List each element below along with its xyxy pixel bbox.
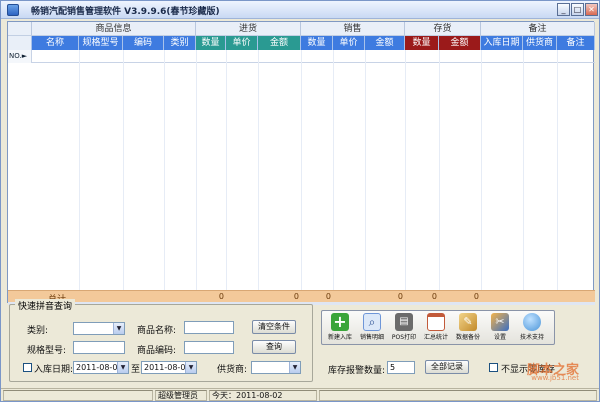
date-to-picker[interactable]: 2011-08-02 ▼ [141,361,197,374]
chevron-down-icon: ▼ [113,323,124,334]
status-user: 超级管理员 [155,390,207,401]
col-name[interactable]: 名称 [32,36,79,50]
total-sales-qty: 0 [325,292,331,301]
settings-button[interactable]: ✂ 设置 [486,313,514,344]
group-stock: 存货 [405,22,481,36]
col-spec[interactable]: 规格型号 [79,36,123,50]
plus-icon: + [331,313,349,331]
sales-detail-button[interactable]: ⌕ 销售明细 [358,313,386,344]
col-category[interactable]: 类别 [164,36,196,50]
col-stock-amount[interactable]: 金额 [439,36,481,50]
category-label: 类别: [27,326,49,336]
col-remark[interactable]: 备注 [557,36,595,50]
status-segment-blank [3,390,153,401]
tools-icon: ✂ [491,313,509,331]
maximize-button[interactable]: □ [571,3,584,16]
minimize-button[interactable]: _ [557,3,570,16]
spec-input[interactable] [73,341,125,354]
supplier-select[interactable]: ▼ [251,361,301,374]
inventory-grid[interactable]: 商品信息 进货 销售 存货 备注 名称 规格型号 编码 类别 数量 单价 金额 … [7,21,595,305]
total-stock-amount: 0 [473,292,479,301]
group-goods: 商品信息 [32,22,196,36]
new-stock-in-button[interactable]: + 新建入库 [326,313,354,344]
row-header-col [8,36,32,50]
name-label: 商品名称: [137,326,177,336]
clear-conditions-button[interactable]: 清空条件 [252,320,296,334]
col-purchase-amount[interactable]: 金额 [258,36,301,50]
col-sales-qty[interactable]: 数量 [301,36,333,50]
chevron-down-icon: ▼ [185,362,196,373]
close-button[interactable]: ✕ [585,3,598,16]
date-filter-checkbox[interactable] [23,363,32,372]
name-input[interactable] [184,321,234,334]
date-from-picker[interactable]: 2011-08-02 ▼ [73,361,129,374]
magnifier-icon: ⌕ [363,313,381,331]
status-date: 今天：2011-08-02 [209,390,317,401]
app-icon [7,4,19,16]
group-sales: 销售 [301,22,405,36]
total-row: 总计 0 0 0 0 0 0 [8,290,595,305]
col-sales-price[interactable]: 单价 [333,36,365,50]
category-select[interactable]: ▼ [73,322,125,335]
globe-icon [523,313,541,331]
status-segment-right [319,390,597,401]
group-purchase: 进货 [196,22,301,36]
col-stock-qty[interactable]: 数量 [405,36,439,50]
data-backup-button[interactable]: ✎ 数据备份 [454,313,482,344]
summary-stats-button[interactable]: 汇总统计 [422,313,450,344]
stock-alarm-label: 库存报警数量: [328,366,386,376]
date-label: 入库日期: [34,365,74,375]
chevron-down-icon: ▼ [117,362,128,373]
watermark-url: www.jb51.net [531,374,579,382]
col-sales-amount[interactable]: 金额 [365,36,405,50]
status-bar: 超级管理员 今天：2011-08-02 [1,388,599,401]
all-records-button[interactable]: 全部记录 [425,360,469,374]
query-button[interactable]: 查询 [252,340,296,354]
col-supplier[interactable]: 供货商 [523,36,557,50]
hide-zero-stock-checkbox[interactable] [489,363,498,372]
row-indicator: NO.► [8,50,32,63]
printer-icon: ▤ [395,313,413,331]
total-sales-amount: 0 [397,292,403,301]
function-toolbar: + 新建入库 ⌕ 销售明细 ▤ POS打印 汇总统计 ✎ 数据备份 ✂ 设置 技… [321,310,555,345]
tech-support-button[interactable]: 技术支持 [518,313,546,344]
supplier-label: 供货商: [217,365,248,375]
col-code[interactable]: 编码 [123,36,164,50]
code-label: 商品编码: [137,346,177,356]
stock-alarm-input[interactable]: 5 [387,361,415,374]
title-bar: 畅销汽配销售管理软件 V3.9.9.6(春节珍藏版) _ □ ✕ [1,1,599,19]
group-notes: 备注 [481,22,595,36]
code-input[interactable] [184,341,234,354]
quick-search-title: 快速拼音查询 [15,299,76,312]
date-to-label: 至 [131,365,141,375]
calendar-icon [427,313,445,331]
total-purchase-amount: 0 [293,292,299,301]
window-title: 畅销汽配销售管理软件 V3.9.9.6(春节珍藏版) [31,7,220,17]
col-in-date[interactable]: 入库日期 [481,36,523,50]
total-stock-qty: 0 [431,292,437,301]
chevron-down-icon: ▼ [289,362,300,373]
total-purchase-qty: 0 [218,292,224,301]
spec-label: 规格型号: [27,346,67,356]
main-window: 畅销汽配销售管理软件 V3.9.9.6(春节珍藏版) _ □ ✕ 商品信息 进货… [0,0,600,402]
corner-header [8,22,32,36]
current-row-arrow-icon: ► [21,52,28,60]
backup-icon: ✎ [459,313,477,331]
col-purchase-qty[interactable]: 数量 [196,36,226,50]
pos-print-button[interactable]: ▤ POS打印 [390,313,418,344]
col-purchase-price[interactable]: 单价 [226,36,258,50]
